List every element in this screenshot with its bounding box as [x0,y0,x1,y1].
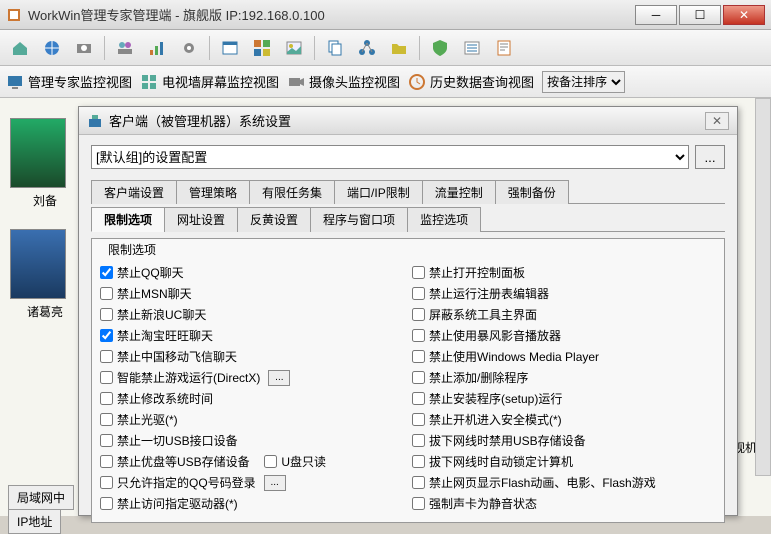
tab-traffic[interactable]: 流量控制 [422,180,496,204]
ellipsis-button[interactable]: ... [268,370,290,386]
chk-drives: 禁止访问指定驱动器(*) [100,493,404,514]
chk-wangwang: 禁止淘宝旺旺聊天 [100,325,404,346]
minimize-button[interactable]: ─ [635,5,677,25]
dialog-titlebar: 客户端（被管理机器）系统设置 ✕ [79,107,737,135]
toolbar-separator [419,36,420,60]
view-label: 管理专家监控视图 [28,72,132,91]
maximize-button[interactable]: ☐ [679,5,721,25]
app-title: WorkWin管理专家管理端 - 旗舰版 IP:192.168.0.100 [28,5,635,24]
camera-icon[interactable] [70,34,98,62]
chk-directx: 智能禁止游戏运行(DirectX)... [100,367,404,388]
chk-safemode: 禁止开机进入安全模式(*) [412,409,716,430]
view-bar: 管理专家监控视图 电视墙屏幕监控视图 摄像头监控视图 历史数据查询视图 按备注排… [0,66,771,98]
tab-restrict[interactable]: 限制选项 [91,207,165,232]
grid-icon [140,73,158,91]
chk-sinauc: 禁止新浪UC聊天 [100,304,404,325]
chk-fetion: 禁止中国移动飞信聊天 [100,346,404,367]
ellipsis-button[interactable]: ... [264,475,286,491]
tab-port-ip[interactable]: 端口/IP限制 [334,180,423,204]
chk-unplug-lock: 拔下网线时自动锁定计算机 [412,451,716,472]
chk-addremove: 禁止添加/删除程序 [412,367,716,388]
home-icon[interactable] [6,34,34,62]
chk-systime: 禁止修改系统时间 [100,388,404,409]
chk-wmp: 禁止使用Windows Media Player [412,346,716,367]
view-label: 电视墙屏幕监控视图 [162,72,279,91]
folder-icon[interactable] [385,34,413,62]
right-column: 禁止打开控制面板 禁止运行注册表编辑器 屏蔽系统工具主界面 禁止使用暴风影音播放… [412,262,716,514]
toolbar-separator [314,36,315,60]
tab-url[interactable]: 网址设置 [164,207,238,232]
settings-icon [87,113,103,129]
group-label: 限制选项 [104,241,160,258]
tab-policy[interactable]: 管理策略 [176,180,250,204]
chk-mute: 强制声卡为静音状态 [412,493,716,514]
sort-select[interactable]: 按备注排序 [542,71,625,93]
globe-icon[interactable] [38,34,66,62]
view-history[interactable]: 历史数据查询视图 [408,72,534,91]
tab-backup[interactable]: 强制备份 [495,180,569,204]
client-thumbnail[interactable] [10,229,66,299]
window-icon[interactable] [216,34,244,62]
chk-qqallow: 只允许指定的QQ号码登录... [100,472,404,493]
view-label: 历史数据查询视图 [430,72,534,91]
chk-systools: 屏蔽系统工具主界面 [412,304,716,325]
browse-button[interactable]: ... [695,145,725,169]
view-camera[interactable]: 摄像头监控视图 [287,72,400,91]
thumbnails-panel: 刘备 诸葛亮 [10,98,80,320]
main-toolbar [0,30,771,66]
client-name: 刘备 [10,192,80,209]
chart-icon[interactable] [143,34,171,62]
camera-icon [287,73,305,91]
bottom-tab-lan[interactable]: 局域网中 [8,485,74,510]
shield-icon[interactable] [426,34,454,62]
tab-monitor[interactable]: 监控选项 [407,207,481,232]
chk-storm: 禁止使用暴风影音播放器 [412,325,716,346]
tab-tasks[interactable]: 有限任务集 [249,180,335,204]
dialog-close-button[interactable]: ✕ [705,112,729,130]
chk-allusb: 禁止一切USB接口设备 [100,430,404,451]
settings-dialog: 客户端（被管理机器）系统设置 ✕ [默认组]的设置配置 ... 客户端设置 管理… [78,106,738,516]
chk-flash: 禁止网页显示Flash动画、电影、Flash游戏 [412,472,716,493]
view-label: 摄像头监控视图 [309,72,400,91]
chk-cdrom: 禁止光驱(*) [100,409,404,430]
notes-icon[interactable] [490,34,518,62]
history-icon [408,73,426,91]
chk-controlpanel: 禁止打开控制面板 [412,262,716,283]
image-icon[interactable] [280,34,308,62]
client-name: 诸葛亮 [10,303,80,320]
main-titlebar: WorkWin管理专家管理端 - 旗舰版 IP:192.168.0.100 ─ … [0,0,771,30]
tab-client-settings[interactable]: 客户端设置 [91,180,177,204]
toolbar-separator [104,36,105,60]
chk-unplug-usb: 拔下网线时禁用USB存储设备 [412,430,716,451]
tab-row-1: 客户端设置 管理策略 有限任务集 端口/IP限制 流量控制 强制备份 [91,179,725,204]
monitor-icon [6,73,24,91]
users-icon[interactable] [111,34,139,62]
chk-usbstore: 禁止优盘等USB存储设备 U盘只读 [100,451,404,472]
toolbar-separator [209,36,210,60]
restrict-group: 限制选项 禁止QQ聊天 禁止MSN聊天 禁止新浪UC聊天 禁止淘宝旺旺聊天 禁止… [91,238,725,523]
left-column: 禁止QQ聊天 禁止MSN聊天 禁止新浪UC聊天 禁止淘宝旺旺聊天 禁止中国移动飞… [100,262,404,514]
windows-icon[interactable] [248,34,276,62]
chk-msn: 禁止MSN聊天 [100,283,404,304]
list-icon[interactable] [458,34,486,62]
chk-setup: 禁止安装程序(setup)运行 [412,388,716,409]
gear-icon[interactable] [175,34,203,62]
dialog-title: 客户端（被管理机器）系统设置 [109,111,705,130]
view-tvwall[interactable]: 电视墙屏幕监控视图 [140,72,279,91]
tab-programs[interactable]: 程序与窗口项 [310,207,408,232]
tab-row-2: 限制选项 网址设置 反黄设置 程序与窗口项 监控选项 [91,206,725,232]
group-select[interactable]: [默认组]的设置配置 [91,145,689,169]
chk-qq: 禁止QQ聊天 [100,262,404,283]
chk-regedit: 禁止运行注册表编辑器 [412,283,716,304]
vertical-scrollbar[interactable] [755,98,771,476]
tab-antiporn[interactable]: 反黄设置 [237,207,311,232]
network-icon[interactable] [353,34,381,62]
copy-icon[interactable] [321,34,349,62]
client-thumbnail[interactable] [10,118,66,188]
view-monitor[interactable]: 管理专家监控视图 [6,72,132,91]
bottom-tab-ip[interactable]: IP地址 [8,509,61,534]
close-button[interactable]: ✕ [723,5,765,25]
app-icon [6,7,22,23]
